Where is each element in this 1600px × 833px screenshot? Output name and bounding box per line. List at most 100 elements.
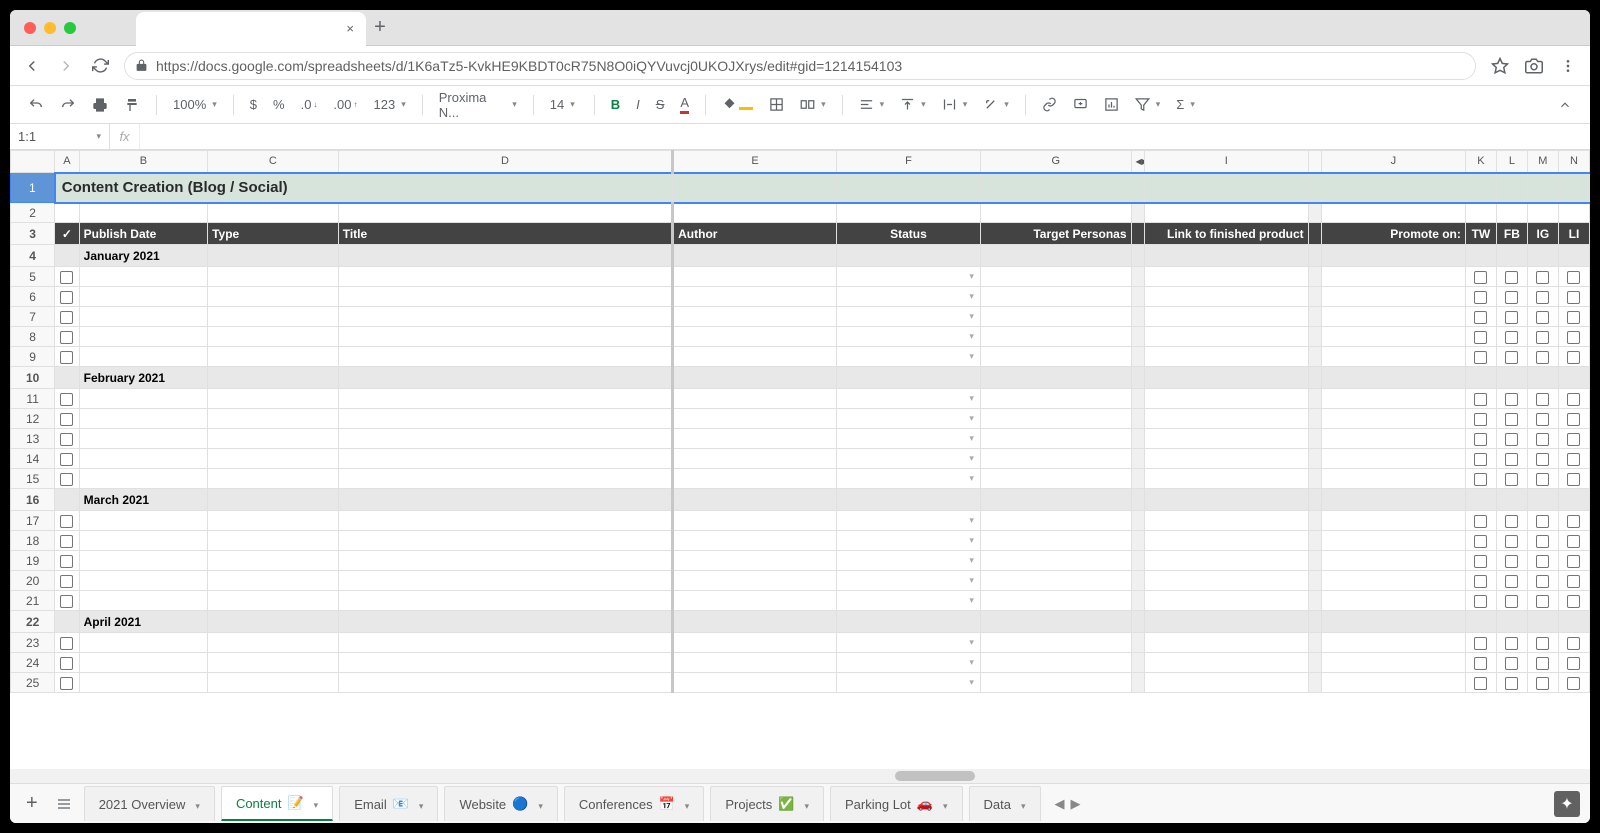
- cell[interactable]: [673, 591, 837, 611]
- cell[interactable]: [1144, 531, 1308, 551]
- cell-checkbox[interactable]: [1496, 673, 1527, 693]
- format-percent-button[interactable]: %: [267, 93, 291, 116]
- header-author[interactable]: Author: [673, 223, 837, 245]
- checkbox[interactable]: [1536, 677, 1549, 690]
- cell[interactable]: [208, 429, 339, 449]
- cell[interactable]: [79, 531, 207, 551]
- col-header-j[interactable]: J: [1321, 151, 1465, 173]
- checkbox[interactable]: [1474, 271, 1487, 284]
- cell[interactable]: [673, 429, 837, 449]
- row-header[interactable]: 1: [11, 173, 55, 203]
- cell-status-dropdown[interactable]: [837, 327, 981, 347]
- header-li[interactable]: LI: [1558, 223, 1589, 245]
- cell-checkbox[interactable]: [1527, 511, 1558, 531]
- sheet-tab-menu-caret[interactable]: [191, 797, 200, 812]
- minimize-window-button[interactable]: [44, 22, 56, 34]
- cell[interactable]: [1321, 511, 1465, 531]
- cell[interactable]: [338, 409, 672, 429]
- cell[interactable]: [980, 429, 1131, 449]
- checkbox[interactable]: [1474, 575, 1487, 588]
- cell[interactable]: [980, 673, 1131, 693]
- col-header-b[interactable]: B: [79, 151, 207, 173]
- checkbox[interactable]: [1474, 433, 1487, 446]
- sheet-tab-menu-caret[interactable]: [1017, 797, 1026, 812]
- checkbox[interactable]: [1474, 515, 1487, 528]
- checkbox[interactable]: [60, 575, 73, 588]
- cell[interactable]: [208, 511, 339, 531]
- cell-checkbox[interactable]: [55, 469, 79, 489]
- row-header[interactable]: 24: [11, 653, 55, 673]
- cell-checkbox[interactable]: [55, 511, 79, 531]
- cell-checkbox[interactable]: [1558, 389, 1589, 409]
- cell-checkbox[interactable]: [1496, 653, 1527, 673]
- cell-status-dropdown[interactable]: [837, 267, 981, 287]
- cell[interactable]: [1321, 327, 1465, 347]
- cell[interactable]: [1321, 673, 1465, 693]
- cell-checkbox[interactable]: [1465, 287, 1496, 307]
- sheet-tab-menu-caret[interactable]: [939, 797, 948, 812]
- cell-status-dropdown[interactable]: [837, 511, 981, 531]
- cell-checkbox[interactable]: [1558, 287, 1589, 307]
- cell[interactable]: [673, 531, 837, 551]
- cell-checkbox[interactable]: [1558, 409, 1589, 429]
- cell-checkbox[interactable]: [1527, 389, 1558, 409]
- checkbox[interactable]: [1536, 453, 1549, 466]
- cell[interactable]: [1144, 287, 1308, 307]
- checkbox[interactable]: [60, 271, 73, 284]
- sheet-tab-email[interactable]: Email 📧: [339, 786, 438, 821]
- cell-checkbox[interactable]: [1527, 531, 1558, 551]
- cell-checkbox[interactable]: [1558, 327, 1589, 347]
- checkbox[interactable]: [1536, 555, 1549, 568]
- cell[interactable]: [980, 287, 1131, 307]
- cell[interactable]: [1144, 389, 1308, 409]
- checkbox[interactable]: [1567, 657, 1580, 670]
- row-header[interactable]: 4: [11, 245, 55, 267]
- cell[interactable]: [338, 389, 672, 409]
- cell[interactable]: [673, 633, 837, 653]
- cell-checkbox[interactable]: [1527, 287, 1558, 307]
- font-select[interactable]: Proxima N...: [433, 86, 523, 124]
- cell[interactable]: [79, 287, 207, 307]
- cell-status-dropdown[interactable]: [837, 307, 981, 327]
- cell-status-dropdown[interactable]: [837, 633, 981, 653]
- sheet-tab-2021 overview[interactable]: 2021 Overview: [84, 786, 215, 821]
- cell[interactable]: [1144, 409, 1308, 429]
- merge-cells-button[interactable]: [794, 93, 832, 116]
- cell[interactable]: [208, 409, 339, 429]
- cell[interactable]: [79, 389, 207, 409]
- row-header[interactable]: 6: [11, 287, 55, 307]
- text-rotation-button[interactable]: [977, 93, 1015, 116]
- checkbox[interactable]: [1567, 311, 1580, 324]
- horizontal-align-button[interactable]: [853, 93, 891, 116]
- cell[interactable]: [1144, 267, 1308, 287]
- cell[interactable]: [79, 469, 207, 489]
- sheet-tab-content[interactable]: Content 📝: [221, 786, 333, 821]
- cell[interactable]: [1321, 653, 1465, 673]
- checkbox[interactable]: [1505, 595, 1518, 608]
- zoom-select[interactable]: 100%: [167, 93, 223, 116]
- row-header[interactable]: 20: [11, 571, 55, 591]
- checkbox[interactable]: [1567, 595, 1580, 608]
- checkbox[interactable]: [1505, 637, 1518, 650]
- cell-checkbox[interactable]: [1558, 673, 1589, 693]
- fill-color-button[interactable]: [716, 93, 759, 116]
- cell-checkbox[interactable]: [55, 267, 79, 287]
- cell[interactable]: [1321, 307, 1465, 327]
- close-window-button[interactable]: [24, 22, 36, 34]
- functions-button[interactable]: Σ: [1170, 93, 1201, 116]
- checkbox[interactable]: [1567, 515, 1580, 528]
- cell[interactable]: [208, 653, 339, 673]
- cell[interactable]: [673, 287, 837, 307]
- checkbox[interactable]: [1536, 433, 1549, 446]
- cell-checkbox[interactable]: [1527, 429, 1558, 449]
- checkbox[interactable]: [1474, 331, 1487, 344]
- cell[interactable]: [673, 307, 837, 327]
- sheet-tab-website[interactable]: Website 🔵: [444, 786, 557, 821]
- checkbox[interactable]: [1567, 331, 1580, 344]
- cell[interactable]: [1144, 327, 1308, 347]
- cell[interactable]: [1144, 469, 1308, 489]
- cell[interactable]: [1144, 307, 1308, 327]
- cell[interactable]: [208, 389, 339, 409]
- header-fb[interactable]: FB: [1496, 223, 1527, 245]
- text-wrap-button[interactable]: [936, 93, 974, 116]
